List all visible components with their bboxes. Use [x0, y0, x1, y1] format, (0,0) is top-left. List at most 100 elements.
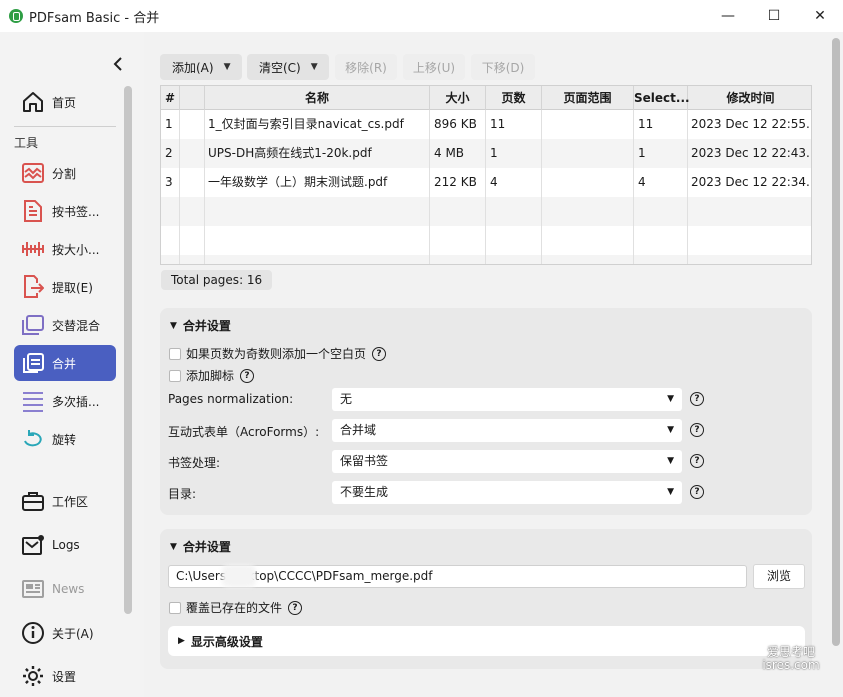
- sidebar-item-about[interactable]: 关于(A): [14, 615, 116, 651]
- column-header-icon[interactable]: [180, 86, 205, 110]
- sidebar-item-label: 按书签...: [52, 204, 100, 219]
- home-icon: [20, 89, 46, 115]
- watermark: 爱思考吧 isres.com: [758, 646, 824, 672]
- help-icon[interactable]: ?: [690, 454, 704, 468]
- column-header-selected[interactable]: Select...: [634, 86, 690, 110]
- column-header-modified[interactable]: 修改时间: [688, 86, 811, 110]
- clear-button[interactable]: 清空(C) ▼: [247, 54, 329, 80]
- sidebar-item-logs[interactable]: Logs: [14, 527, 116, 563]
- cell-selected: 1: [638, 146, 646, 160]
- sidebar-item-settings[interactable]: 设置: [14, 658, 116, 694]
- cell-selected: 4: [638, 175, 646, 189]
- watermark-line: isres.com: [762, 658, 820, 672]
- merge-settings-title: 合并设置: [182, 319, 231, 333]
- column-header-index[interactable]: #: [161, 86, 180, 110]
- sidebar-item-alternate-mix[interactable]: 交替混合: [14, 307, 116, 343]
- column-divider: [485, 110, 486, 264]
- help-icon[interactable]: ?: [690, 392, 704, 406]
- close-button[interactable]: ✕: [797, 0, 843, 32]
- add-footer-checkbox[interactable]: [169, 369, 181, 382]
- cell-page-range[interactable]: [542, 168, 634, 197]
- sidebar-item-label: Logs: [52, 538, 80, 552]
- cell-modified: 2023 Dec 12 22:43...: [691, 146, 812, 160]
- file-table: # 名称 大小 页数 页面范围 Select... 修改时间 1 1_仅封面与索…: [160, 85, 812, 265]
- table-row[interactable]: 2 UPS-DH高频在线式1-20k.pdf 4 MB 1 1 2023 Dec…: [161, 139, 812, 168]
- bookmarks-value: 保留书签: [340, 454, 389, 468]
- sidebar-item-extract[interactable]: 提取(E): [14, 269, 116, 305]
- title-bar: PDFsam Basic - 合并 — ☐ ✕: [0, 0, 843, 32]
- add-button[interactable]: 添加(A) ▼: [160, 54, 242, 80]
- cell-pages: 1: [490, 146, 498, 160]
- move-down-button[interactable]: 下移(D): [471, 54, 535, 80]
- cell-page-range[interactable]: [542, 139, 634, 168]
- sidebar-item-news[interactable]: News: [14, 571, 116, 607]
- blank-page-checkbox[interactable]: [169, 347, 181, 360]
- help-icon[interactable]: ?: [372, 346, 387, 361]
- pages-normalization-select[interactable]: 无 ▼: [332, 388, 682, 411]
- help-icon[interactable]: ?: [690, 423, 704, 437]
- acroforms-value: 合并域: [340, 423, 377, 437]
- acroforms-select[interactable]: 合并域 ▼: [332, 419, 682, 442]
- triangle-down-icon: ▼: [170, 541, 177, 552]
- sidebar-item-split[interactable]: 分割: [14, 155, 116, 191]
- move-up-button[interactable]: 上移(U): [403, 54, 465, 80]
- redacted-area: [222, 565, 256, 587]
- overwrite-option[interactable]: 覆盖已存在的文件 ?: [169, 599, 303, 616]
- sidebar-item-home[interactable]: 首页: [14, 84, 116, 120]
- browse-button[interactable]: 浏览: [753, 564, 805, 589]
- sidebar-item-workspace[interactable]: 工作区: [14, 483, 116, 519]
- column-header-size[interactable]: 大小: [430, 86, 486, 110]
- merge-settings-header[interactable]: ▼ 合并设置: [170, 317, 231, 334]
- blank-page-if-odd-option[interactable]: 如果页数为奇数则添加一个空白页 ?: [169, 345, 387, 362]
- chevron-down-icon: ▼: [223, 62, 231, 72]
- sidebar-item-label: 设置: [52, 669, 77, 684]
- cell-modified: 2023 Dec 12 22:34...: [691, 175, 812, 189]
- chevron-down-icon: ▼: [310, 62, 318, 72]
- toc-select[interactable]: 不要生成 ▼: [332, 481, 682, 504]
- chevron-down-icon: ▼: [667, 456, 674, 466]
- sidebar-item-label: 多次插...: [52, 394, 100, 409]
- overwrite-label: 覆盖已存在的文件: [186, 601, 283, 615]
- output-settings-header[interactable]: ▼ 合并设置: [170, 538, 231, 555]
- add-footer-option[interactable]: 添加脚标 ?: [169, 367, 255, 384]
- help-icon[interactable]: ?: [288, 600, 303, 615]
- toc-label: 目录:: [168, 487, 197, 501]
- cell-index: 2: [165, 146, 173, 160]
- sidebar-item-label: 工作区: [52, 494, 89, 509]
- minimize-button[interactable]: —: [705, 0, 751, 32]
- window-title: PDFsam Basic - 合并: [29, 10, 160, 26]
- column-header-pages[interactable]: 页数: [486, 86, 542, 110]
- gear-icon: [20, 663, 46, 689]
- triangle-right-icon: ▶: [178, 636, 185, 646]
- cell-selected: 11: [638, 117, 654, 131]
- cell-size: 896 KB: [434, 117, 477, 131]
- sidebar-item-split-by-size[interactable]: 按大小...: [14, 231, 116, 267]
- bookmarks-select[interactable]: 保留书签 ▼: [332, 450, 682, 473]
- main-scrollbar[interactable]: [832, 38, 840, 646]
- briefcase-icon: [20, 488, 46, 514]
- triangle-down-icon: ▼: [170, 320, 177, 331]
- column-header-page-range[interactable]: 页面范围: [542, 86, 634, 110]
- collapse-sidebar-button[interactable]: [108, 54, 128, 74]
- column-header-name[interactable]: 名称: [205, 86, 430, 110]
- sidebar-item-split-by-bookmarks[interactable]: 按书签...: [14, 193, 116, 229]
- remove-button[interactable]: 移除(R): [335, 54, 397, 80]
- sidebar-scrollbar[interactable]: [124, 86, 132, 614]
- sidebar-item-rotate[interactable]: 旋转: [14, 421, 116, 457]
- table-row[interactable]: 1 1_仅封面与索引目录navicat_cs.pdf 896 KB 11 11 …: [161, 110, 811, 139]
- help-icon[interactable]: ?: [240, 368, 255, 383]
- alternate-mix-icon: [20, 312, 46, 338]
- cell-page-range[interactable]: [542, 110, 634, 139]
- overwrite-checkbox[interactable]: [169, 601, 181, 614]
- sidebar-item-multiple-insert[interactable]: 多次插...: [14, 383, 116, 419]
- sidebar-item-label: 合并: [52, 356, 77, 371]
- maximize-button[interactable]: ☐: [751, 0, 797, 32]
- chevron-down-icon: ▼: [667, 394, 674, 404]
- help-icon[interactable]: ?: [690, 485, 704, 499]
- table-row[interactable]: 3 一年级数学（上）期末测试题.pdf 212 KB 4 4 2023 Dec …: [161, 168, 812, 197]
- chevron-down-icon: ▼: [667, 425, 674, 435]
- split-by-size-icon: [20, 236, 46, 262]
- chevron-left-icon: [113, 57, 122, 71]
- advanced-settings-toggle[interactable]: ▶ 显示高级设置: [168, 626, 805, 656]
- sidebar-item-merge[interactable]: 合并: [14, 345, 116, 381]
